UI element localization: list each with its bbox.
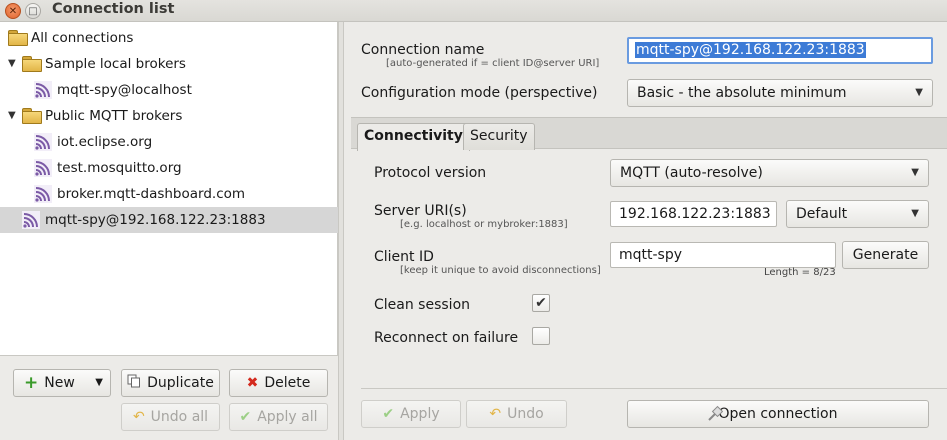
server-uri-mode-value: Default	[796, 206, 848, 222]
reconnect-label: Reconnect on failure	[374, 330, 519, 346]
apply-all-button-label: Apply all	[257, 409, 318, 425]
clean-session-label: Clean session	[374, 297, 471, 313]
tab-security[interactable]: Security	[463, 123, 535, 150]
client-id-value: mqtt-spy	[619, 247, 683, 263]
undo-all-button-label: Undo all	[150, 409, 209, 425]
tree-connection-row[interactable]: iot.eclipse.org	[0, 129, 338, 155]
folder-icon	[8, 30, 28, 46]
tree-folder-row[interactable]: ▼ Public MQTT brokers	[0, 103, 338, 129]
tree-item-label: Sample local brokers	[45, 56, 186, 72]
chevron-down-icon: ▼	[911, 167, 919, 178]
connection-name-value: mqtt-spy@192.168.122.23:1883	[635, 42, 866, 58]
copy-icon	[127, 374, 141, 392]
protocol-version-select[interactable]: MQTT (auto-resolve) ▼	[610, 159, 929, 187]
mqtt-connection-icon	[22, 211, 40, 229]
delete-x-icon: ✖	[246, 375, 259, 391]
undo-button[interactable]: ↶ Undo	[466, 400, 567, 428]
clean-session-checkbox[interactable]: ✔	[532, 294, 550, 312]
undo-icon: ↶	[489, 406, 502, 422]
mqtt-connection-icon	[34, 133, 52, 151]
folder-icon	[22, 56, 42, 72]
checkmark-icon: ✔	[382, 406, 395, 422]
connection-details-panel: Connection name [auto-generated if = cli…	[344, 22, 947, 440]
server-uri-label: Server URI(s)	[374, 203, 467, 219]
tree-item-label: mqtt-spy@192.168.122.23:1883	[45, 212, 266, 228]
client-id-length: Length = 8/23	[764, 267, 836, 278]
connection-name-hint: [auto-generated if = client ID@server UR…	[386, 58, 600, 69]
checkmark-icon: ✔	[239, 409, 252, 425]
undo-icon: ↶	[132, 409, 145, 425]
expand-arrow-icon[interactable]: ▼	[8, 51, 16, 77]
client-id-label: Client ID	[374, 249, 434, 265]
protocol-version-value: MQTT (auto-resolve)	[620, 165, 763, 181]
tree-item-label: All connections	[31, 30, 134, 46]
tree-folder-row[interactable]: ▼ Sample local brokers	[0, 51, 338, 77]
client-id-hint: [keep it unique to avoid disconnections]	[400, 265, 601, 276]
config-mode-value: Basic - the absolute minimum	[637, 85, 847, 101]
expand-arrow-icon[interactable]: ▼	[8, 103, 16, 129]
undo-button-label: Undo	[507, 406, 544, 422]
connection-list-panel: All connections ▼ Sample local brokers mqtt…	[0, 22, 338, 440]
server-uri-input[interactable]: 192.168.122.23:1883	[610, 201, 777, 227]
tree-folder-row[interactable]: All connections	[0, 25, 338, 51]
new-button[interactable]: + New ▼	[13, 369, 111, 397]
tree-item-label: iot.eclipse.org	[57, 134, 153, 150]
generate-button[interactable]: Generate	[842, 241, 929, 269]
config-mode-select[interactable]: Basic - the absolute minimum ▼	[627, 79, 933, 107]
mqtt-connection-icon	[34, 159, 52, 177]
chevron-down-icon[interactable]: ▼	[95, 370, 103, 396]
undo-all-button[interactable]: ↶ Undo all	[121, 403, 220, 431]
close-window-button[interactable]: ✕	[5, 3, 21, 19]
duplicate-button-label: Duplicate	[147, 375, 214, 391]
apply-button-label: Apply	[400, 406, 440, 422]
tree-connection-row[interactable]: mqtt-spy@192.168.122.23:1883	[0, 207, 338, 233]
server-uri-hint: [e.g. localhost or mybroker:1883]	[400, 219, 568, 230]
mqtt-connection-icon	[34, 81, 52, 99]
tree-item-label: broker.mqtt-dashboard.com	[57, 186, 246, 202]
chevron-down-icon: ▼	[911, 208, 919, 219]
tab-security-label: Security	[470, 128, 528, 144]
tab-connectivity[interactable]: Connectivity	[357, 123, 470, 151]
tree-item-label: test.mosquitto.org	[57, 160, 182, 176]
plug-icon	[706, 405, 724, 427]
server-uri-value: 192.168.122.23:1883	[619, 206, 771, 222]
delete-button-label: Delete	[264, 375, 311, 391]
open-connection-button-label: Open connection	[718, 406, 838, 422]
tree-connection-row[interactable]: mqtt-spy@localhost	[0, 77, 338, 103]
apply-button[interactable]: ✔ Apply	[361, 400, 461, 428]
connection-tree[interactable]: All connections ▼ Sample local brokers mqtt…	[0, 22, 338, 356]
new-button-label: New	[44, 375, 75, 391]
connection-name-label: Connection name	[361, 42, 485, 58]
config-mode-label: Configuration mode (perspective)	[361, 85, 598, 101]
duplicate-button[interactable]: Duplicate	[121, 369, 220, 397]
tree-connection-row[interactable]: broker.mqtt-dashboard.com	[0, 181, 338, 207]
maximize-window-button[interactable]: □	[25, 3, 41, 19]
tree-connection-row[interactable]: test.mosquitto.org	[0, 155, 338, 181]
open-connection-button[interactable]: Open connection	[627, 400, 929, 428]
title-bar: ✕ □ Connection list	[0, 0, 947, 22]
tree-item-label: Public MQTT brokers	[45, 108, 183, 124]
connection-name-input[interactable]: mqtt-spy@192.168.122.23:1883	[627, 37, 933, 64]
tab-connectivity-label: Connectivity	[364, 128, 463, 144]
window-title: Connection list	[52, 1, 175, 17]
protocol-version-label: Protocol version	[374, 165, 487, 181]
divider	[361, 388, 947, 389]
delete-button[interactable]: ✖ Delete	[229, 369, 328, 397]
apply-all-button[interactable]: ✔ Apply all	[229, 403, 328, 431]
chevron-down-icon: ▼	[915, 87, 923, 98]
tab-strip: Connectivity Security	[351, 117, 947, 151]
client-id-input[interactable]: mqtt-spy	[610, 242, 836, 268]
tree-item-label: mqtt-spy@localhost	[57, 82, 192, 98]
folder-icon	[22, 108, 42, 124]
plus-icon: +	[24, 373, 39, 393]
mqtt-connection-icon	[34, 185, 52, 203]
server-uri-mode-select[interactable]: Default ▼	[786, 200, 929, 228]
generate-button-label: Generate	[852, 247, 919, 263]
reconnect-checkbox[interactable]	[532, 327, 550, 345]
